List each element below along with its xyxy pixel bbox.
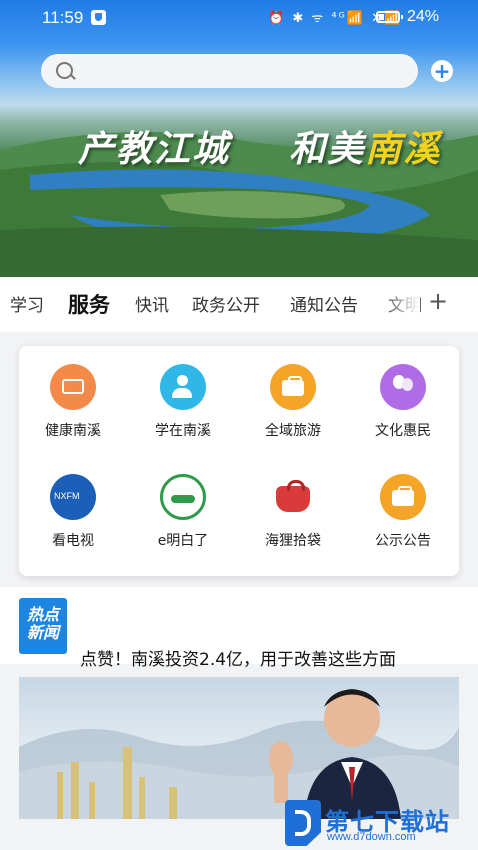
tab-service[interactable]: 服务 — [68, 289, 110, 319]
tab-study[interactable]: 学习 — [10, 291, 44, 316]
battery-percent: 24% — [407, 8, 440, 25]
briefcase-icon — [270, 364, 316, 410]
service-label: 看电视 — [52, 533, 94, 549]
slogan-part2b: 南溪 — [365, 128, 442, 170]
service-culture[interactable]: 文化惠民 — [358, 364, 448, 440]
service-beaver-bag[interactable]: 海狸拾袋 — [248, 474, 338, 550]
pen-user-icon — [160, 364, 206, 410]
service-grid-card: 健康南溪 学在南溪 全域旅游 文化惠民 NXFM 看电视 e明白了 海狸拾袋 公… — [19, 346, 459, 576]
nxfm-badge: NXFM — [54, 491, 80, 501]
search-icon — [56, 62, 73, 79]
e-leaf-icon — [160, 474, 206, 520]
service-label: 学在南溪 — [155, 423, 211, 439]
search-input[interactable] — [41, 54, 418, 88]
category-tabs: 学习 服务 快讯 政务公开 通知公告 文明 + — [0, 277, 478, 332]
service-notice[interactable]: 公示公告 — [358, 474, 448, 550]
service-tv[interactable]: NXFM 看电视 — [28, 474, 118, 550]
nxfm-tv-icon: NXFM — [50, 474, 96, 520]
balloon-icon — [380, 364, 426, 410]
tab-flash-news[interactable]: 快讯 — [135, 291, 169, 316]
tab-notice[interactable]: 通知公告 — [290, 291, 358, 316]
id-card-icon — [50, 364, 96, 410]
service-label: 健康南溪 — [45, 423, 101, 439]
news-headline[interactable]: 点赞！南溪投资2.4亿，用于改善这些方面 — [80, 645, 396, 670]
hot-news-logo-line2: 新闻 — [26, 623, 59, 642]
service-health[interactable]: 健康南溪 — [28, 364, 118, 440]
site-watermark: 第七下载站 www.d7down.com — [285, 800, 478, 850]
news-photo-illustration — [19, 689, 459, 819]
slogan-part1: 产教江城 — [78, 128, 231, 170]
tab-fade — [380, 277, 420, 332]
hot-news-logo: 热点 新闻 — [19, 598, 67, 654]
notice-icon — [380, 474, 426, 520]
hot-news-logo-line1: 热点 — [26, 605, 59, 624]
watermark-logo-icon — [285, 800, 321, 846]
hot-news-row[interactable]: 热点 新闻 点赞！南溪投资2.4亿，用于改善这些方面 — [0, 598, 478, 670]
add-tab-icon[interactable]: + — [428, 287, 448, 315]
service-label: 海狸拾袋 — [265, 533, 321, 549]
service-label: 全域旅游 — [265, 423, 321, 439]
slogan-part2a: 和美 — [289, 128, 366, 170]
battery-icon — [376, 11, 403, 23]
watermark-url: www.d7down.com — [327, 831, 416, 843]
service-label: e明白了 — [157, 533, 209, 549]
add-icon[interactable]: + — [431, 60, 453, 82]
service-tourism[interactable]: 全域旅游 — [248, 364, 338, 440]
red-bag-icon — [270, 474, 316, 520]
service-label: 公示公告 — [375, 533, 431, 549]
app-shield-icon — [91, 10, 106, 25]
service-label: 文化惠民 — [375, 423, 431, 439]
tab-government[interactable]: 政务公开 — [192, 291, 260, 316]
status-bar: 11:59 ⏰ ✱ ᯤ ⁴ᴳ📶 ✕📶 24% — [0, 0, 478, 34]
banner-slogan: 产教江城 和美南溪 — [78, 120, 441, 172]
service-e-explain[interactable]: e明白了 — [138, 474, 228, 550]
news-photo[interactable] — [19, 677, 459, 819]
service-education[interactable]: 学在南溪 — [138, 364, 228, 440]
status-time: 11:59 — [42, 8, 84, 27]
